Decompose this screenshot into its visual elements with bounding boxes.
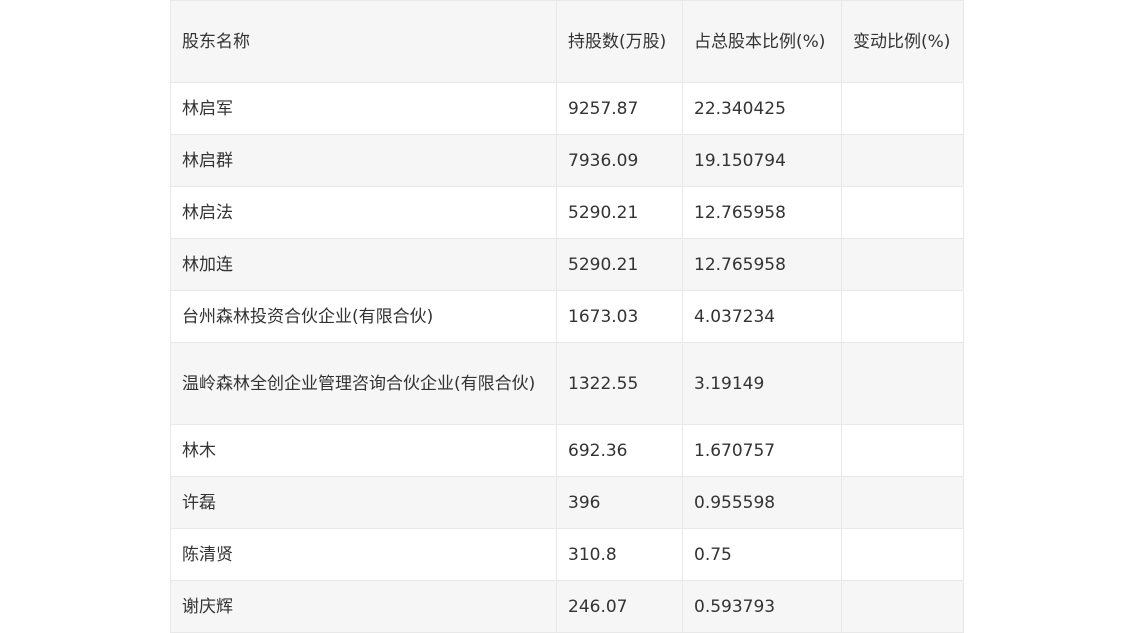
cell-shareholder-name: 林启法 bbox=[170, 186, 557, 239]
cell-shares-held: 692.36 bbox=[556, 424, 683, 477]
table-row: 林启群 7936.09 19.150794 bbox=[170, 134, 964, 187]
cell-share-ratio: 12.765958 bbox=[682, 186, 842, 239]
cell-change-ratio bbox=[841, 580, 964, 633]
header-shares-held: 持股数(万股) bbox=[556, 0, 683, 83]
cell-change-ratio bbox=[841, 476, 964, 529]
cell-shares-held: 246.07 bbox=[556, 580, 683, 633]
cell-shareholder-name: 温岭森林全创企业管理咨询合伙企业(有限合伙) bbox=[170, 342, 557, 425]
cell-shares-held: 1322.55 bbox=[556, 342, 683, 425]
cell-shares-held: 1673.03 bbox=[556, 290, 683, 343]
table-row: 林启军 9257.87 22.340425 bbox=[170, 82, 964, 135]
table-row: 林加连 5290.21 12.765958 bbox=[170, 238, 964, 291]
cell-share-ratio: 0.593793 bbox=[682, 580, 842, 633]
header-shareholder-name: 股东名称 bbox=[170, 0, 557, 83]
cell-share-ratio: 4.037234 bbox=[682, 290, 842, 343]
table-header-row: 股东名称 持股数(万股) 占总股本比例(%) 变动比例(%) bbox=[170, 0, 964, 83]
cell-share-ratio: 1.670757 bbox=[682, 424, 842, 477]
cell-share-ratio: 22.340425 bbox=[682, 82, 842, 135]
cell-shareholder-name: 陈清贤 bbox=[170, 528, 557, 581]
table-row: 林启法 5290.21 12.765958 bbox=[170, 186, 964, 239]
cell-change-ratio bbox=[841, 342, 964, 425]
cell-shares-held: 310.8 bbox=[556, 528, 683, 581]
table-row: 陈清贤 310.8 0.75 bbox=[170, 528, 964, 581]
cell-change-ratio bbox=[841, 238, 964, 291]
cell-shareholder-name: 林启军 bbox=[170, 82, 557, 135]
cell-shareholder-name: 林加连 bbox=[170, 238, 557, 291]
cell-share-ratio: 0.955598 bbox=[682, 476, 842, 529]
table-row: 台州森林投资合伙企业(有限合伙) 1673.03 4.037234 bbox=[170, 290, 964, 343]
cell-shares-held: 9257.87 bbox=[556, 82, 683, 135]
header-share-ratio: 占总股本比例(%) bbox=[682, 0, 842, 83]
cell-share-ratio: 0.75 bbox=[682, 528, 842, 581]
cell-change-ratio bbox=[841, 290, 964, 343]
cell-change-ratio bbox=[841, 528, 964, 581]
table-row: 许磊 396 0.955598 bbox=[170, 476, 964, 529]
shareholder-table-container: 股东名称 持股数(万股) 占总股本比例(%) 变动比例(%) 林启军 9257.… bbox=[170, 0, 964, 633]
cell-shares-held: 5290.21 bbox=[556, 238, 683, 291]
table-row: 林木 692.36 1.670757 bbox=[170, 424, 964, 477]
cell-shareholder-name: 谢庆辉 bbox=[170, 580, 557, 633]
cell-change-ratio bbox=[841, 186, 964, 239]
shareholder-table: 股东名称 持股数(万股) 占总股本比例(%) 变动比例(%) 林启军 9257.… bbox=[170, 0, 964, 633]
cell-share-ratio: 3.19149 bbox=[682, 342, 842, 425]
cell-shareholder-name: 林启群 bbox=[170, 134, 557, 187]
table-row: 温岭森林全创企业管理咨询合伙企业(有限合伙) 1322.55 3.19149 bbox=[170, 342, 964, 425]
header-change-ratio: 变动比例(%) bbox=[841, 0, 964, 83]
cell-shares-held: 7936.09 bbox=[556, 134, 683, 187]
cell-share-ratio: 12.765958 bbox=[682, 238, 842, 291]
cell-change-ratio bbox=[841, 424, 964, 477]
cell-shares-held: 5290.21 bbox=[556, 186, 683, 239]
cell-shareholder-name: 许磊 bbox=[170, 476, 557, 529]
cell-shareholder-name: 林木 bbox=[170, 424, 557, 477]
table-row: 谢庆辉 246.07 0.593793 bbox=[170, 580, 964, 633]
cell-change-ratio bbox=[841, 82, 964, 135]
cell-change-ratio bbox=[841, 134, 964, 187]
cell-shares-held: 396 bbox=[556, 476, 683, 529]
cell-share-ratio: 19.150794 bbox=[682, 134, 842, 187]
cell-shareholder-name: 台州森林投资合伙企业(有限合伙) bbox=[170, 290, 557, 343]
